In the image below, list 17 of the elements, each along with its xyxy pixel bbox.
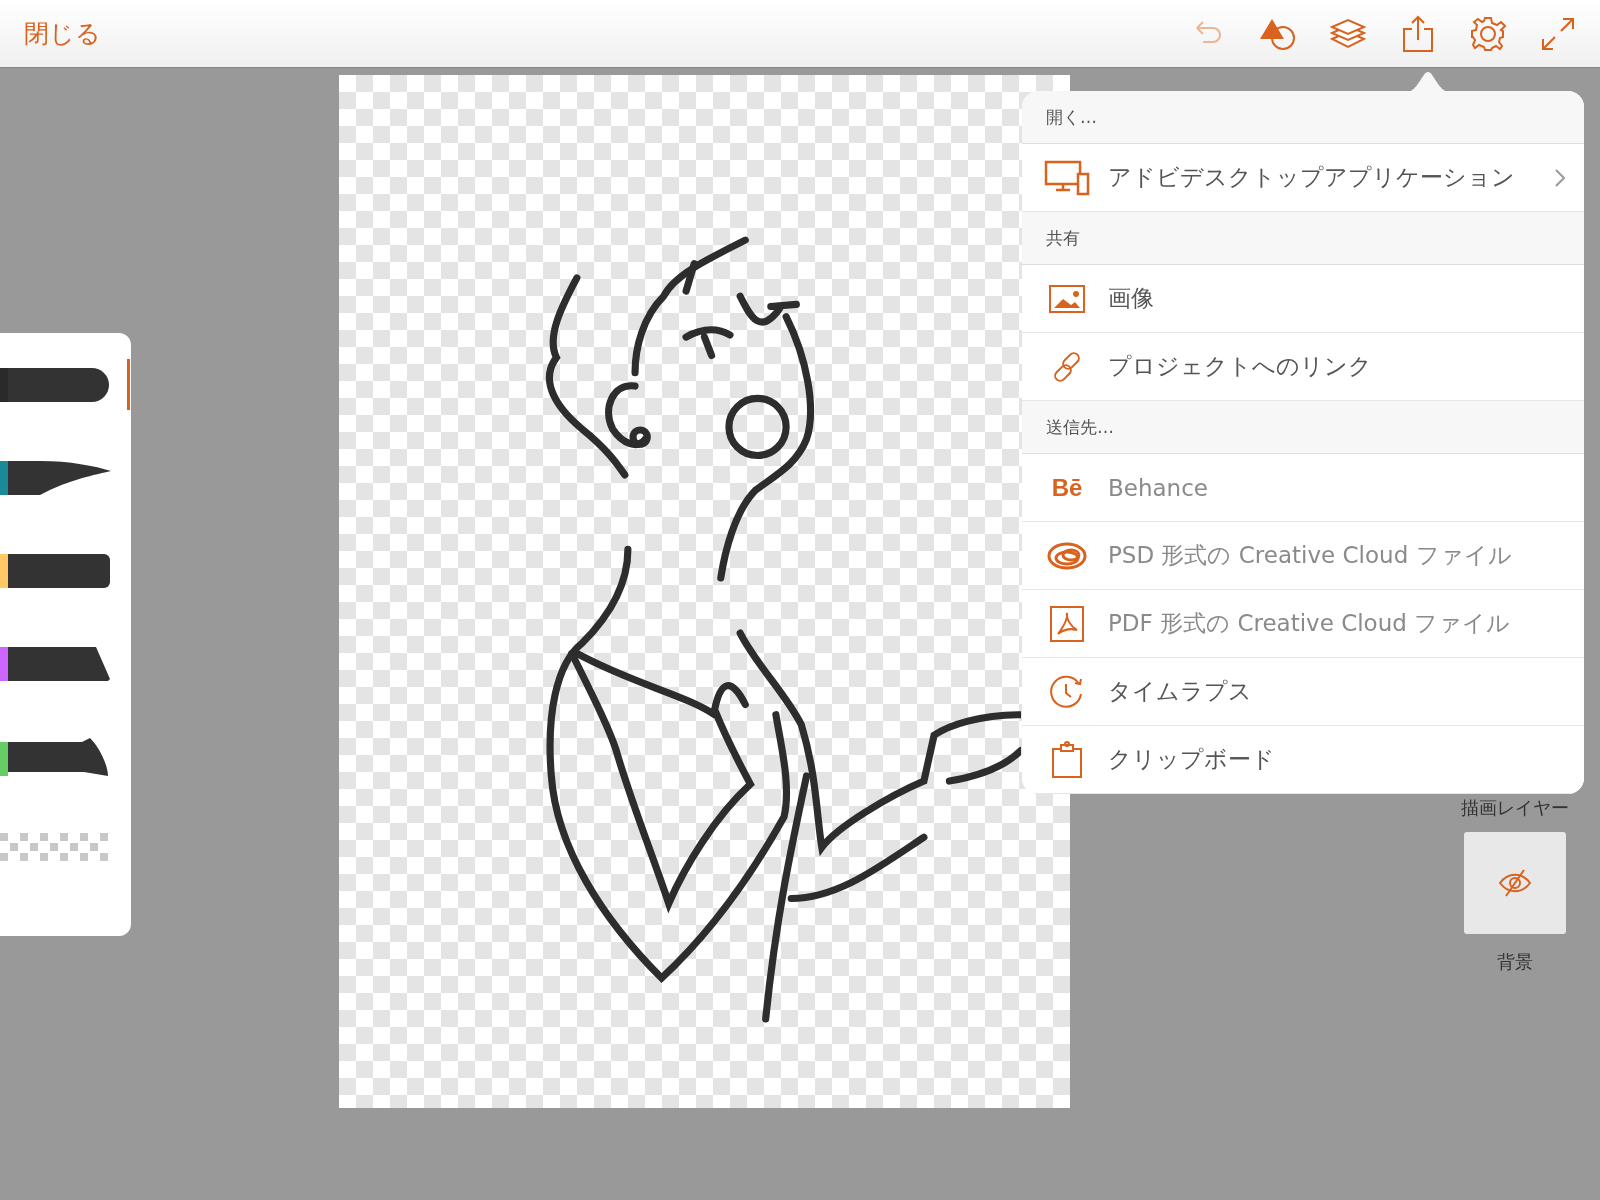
layer-label: 背景 [1497,950,1533,974]
pdf-icon [1050,605,1084,642]
expand-icon [1541,16,1575,51]
timelapse-icon [1049,673,1085,710]
share-icon [1402,14,1434,53]
settings-icon [1470,15,1506,52]
image-icon [1049,284,1085,313]
layer-label: 描画レイヤー [1461,796,1569,820]
section-header: 送信先… [1022,401,1584,454]
cloud-rings-icon [1047,540,1087,571]
eye-slash-icon [1498,868,1532,898]
layer-thumbnail[interactable] [1464,832,1566,934]
layers-icon [1330,16,1366,51]
section-header: 共有 [1022,212,1584,265]
devices-icon [1044,159,1090,196]
clipboard-icon [1051,740,1083,779]
behance-logo: Bē [1051,473,1083,502]
